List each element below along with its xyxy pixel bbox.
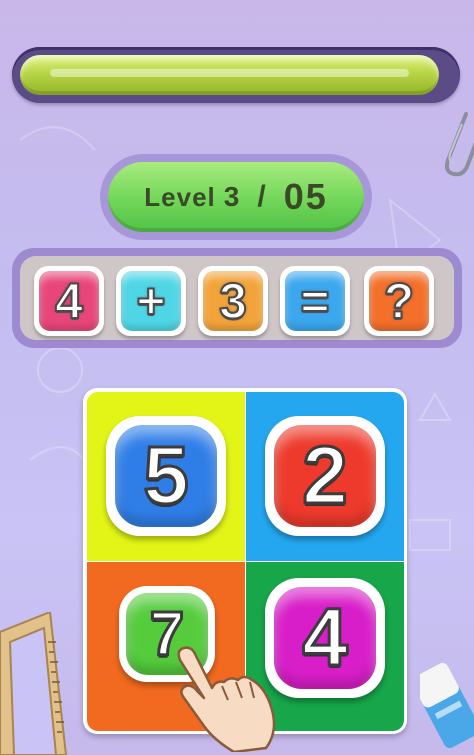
- equation-tile-unknown: ?: [364, 266, 434, 336]
- answer-button-1[interactable]: 5: [106, 416, 226, 536]
- equation-panel: 4 + 3 = ?: [12, 248, 462, 348]
- equation-tile-face: +: [121, 271, 181, 331]
- level-indicator: Level 3 / 05: [100, 154, 372, 240]
- pointing-hand-icon: [177, 646, 276, 752]
- equation-tile-face: 3: [203, 271, 263, 331]
- equation-tile-operand-1: 4: [34, 266, 104, 336]
- timer-bar: [12, 47, 460, 103]
- paper-clip-decoration: [444, 112, 474, 177]
- answer-button-face[interactable]: 2: [274, 425, 376, 527]
- equation-panel-inner: 4 + 3 = ?: [20, 256, 454, 340]
- level-indicator-inner: Level 3 / 05: [108, 162, 364, 232]
- equation-tile-face: 4: [39, 271, 99, 331]
- answer-cell-2[interactable]: 2: [246, 392, 404, 561]
- level-current: 3: [223, 181, 240, 212]
- level-total: 05: [283, 176, 328, 217]
- answer-button-face[interactable]: 4: [274, 587, 376, 689]
- equation-tile-operand-2: 3: [198, 266, 268, 336]
- answer-cell-1[interactable]: 5: [87, 392, 245, 561]
- answer-button-face[interactable]: 5: [115, 425, 217, 527]
- eraser-decoration: [420, 662, 474, 749]
- level-label: Level: [144, 181, 216, 212]
- ruler-decoration: [0, 612, 68, 755]
- level-separator: /: [257, 180, 266, 213]
- equation-tile-face: ?: [369, 271, 429, 331]
- equation-tile-face: =: [285, 271, 345, 331]
- equation-tile-equals: =: [280, 266, 350, 336]
- answer-button-4[interactable]: 4: [265, 578, 385, 698]
- answer-button-2[interactable]: 2: [265, 416, 385, 536]
- equation-tile-plus: +: [116, 266, 186, 336]
- timer-fill: [20, 55, 439, 95]
